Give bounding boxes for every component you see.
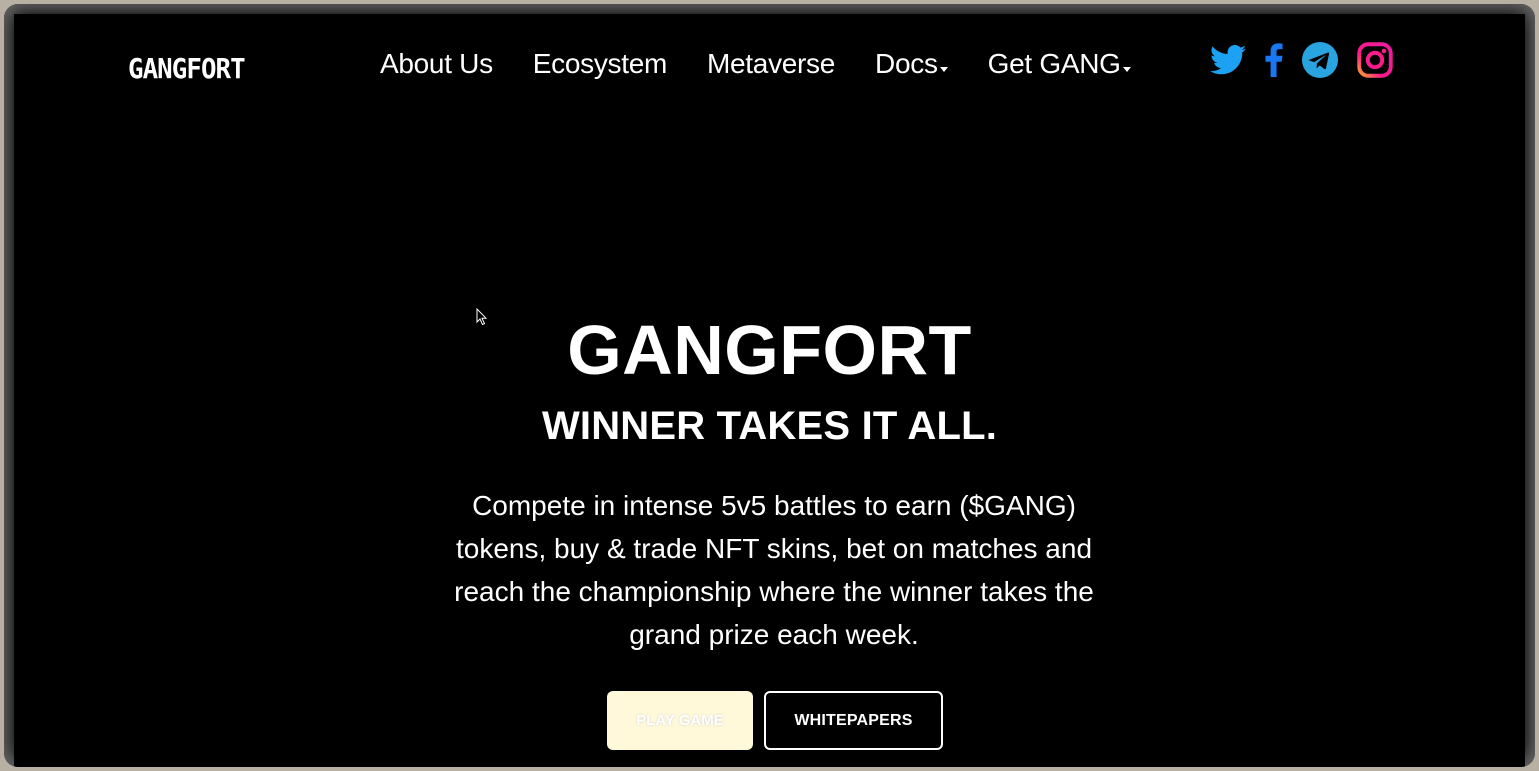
main-nav: About Us Ecosystem Metaverse Docs Get GA… — [380, 48, 1171, 80]
nav-metaverse[interactable]: Metaverse — [707, 48, 835, 80]
instagram-icon[interactable] — [1357, 42, 1393, 78]
site-logo[interactable]: GANGFORT — [128, 52, 246, 85]
caret-down-icon — [1122, 66, 1131, 72]
page: GANGFORT About Us Ecosystem Metaverse Do… — [14, 14, 1525, 767]
hero-title: GANGFORT — [567, 311, 972, 389]
hero-buttons: PLAY GAME WHITEPAPERS — [607, 691, 943, 750]
nav-ecosystem-label: Ecosystem — [532, 48, 668, 79]
screen-frame: GANGFORT About Us Ecosystem Metaverse Do… — [0, 0, 1539, 771]
nav-docs-dropdown[interactable]: Docs — [875, 48, 948, 80]
social-links — [1210, 42, 1393, 78]
facebook-icon[interactable] — [1265, 43, 1283, 77]
nav-about-us[interactable]: About Us — [380, 48, 493, 80]
nav-get-gang-dropdown[interactable]: Get GANG — [988, 48, 1131, 80]
whitepapers-button[interactable]: WHITEPAPERS — [764, 691, 943, 750]
nav-docs-label: Docs — [875, 48, 938, 79]
browser-window: GANGFORT About Us Ecosystem Metaverse Do… — [4, 4, 1535, 767]
nav-about-us-label: About Us — [380, 48, 493, 79]
nav-get-gang-label: Get GANG — [987, 48, 1121, 79]
mouse-pointer-icon — [476, 307, 488, 331]
twitter-icon[interactable] — [1210, 45, 1246, 75]
nav-metaverse-label: Metaverse — [707, 48, 836, 79]
telegram-icon[interactable] — [1302, 42, 1338, 78]
hero-description: Compete in intense 5v5 battles to earn (… — [454, 490, 1094, 650]
nav-ecosystem[interactable]: Ecosystem — [532, 48, 668, 80]
play-game-button[interactable]: PLAY GAME — [607, 691, 753, 750]
hero-subtitle: WINNER TAKES IT ALL. — [541, 404, 998, 448]
caret-down-icon — [939, 66, 948, 72]
